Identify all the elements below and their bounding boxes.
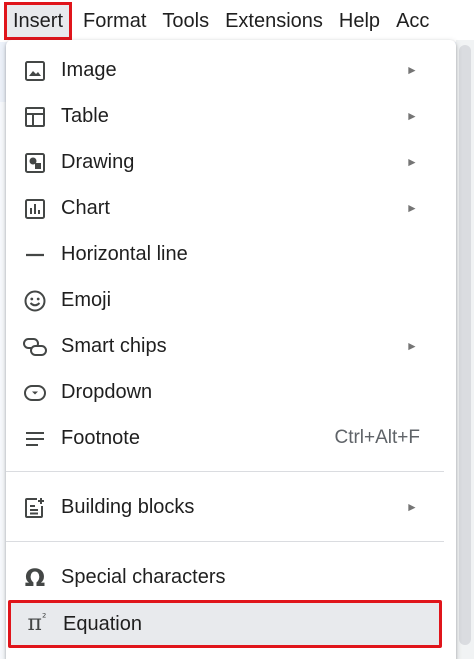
menu-item-label: Image (61, 58, 117, 81)
emoji-icon (22, 288, 48, 314)
menu-item-label: Equation (63, 612, 142, 635)
menu-item-label: Emoji (61, 288, 112, 311)
smart-chips-icon (22, 334, 48, 360)
menu-insert[interactable]: Insert (4, 2, 73, 40)
menu-item-label: Footnote (61, 426, 140, 449)
building-blocks-icon (22, 495, 48, 521)
menu-item-smart-chips[interactable]: Smart chips ► (6, 324, 444, 368)
scrollbar-thumb[interactable] (459, 45, 471, 645)
menu-item-label: Dropdown (61, 380, 153, 403)
menu-item-label: Horizontal line (61, 242, 188, 265)
omega-icon: Ω (24, 564, 46, 592)
menu-item-label: Building blocks (61, 495, 195, 518)
submenu-arrow-icon: ► (406, 201, 418, 215)
dropdown-icon (22, 380, 48, 406)
footnote-icon (22, 426, 48, 452)
menu-item-horizontal-line[interactable]: Horizontal line (6, 232, 444, 276)
menu-item-table[interactable]: Table ► (6, 94, 444, 138)
insert-dropdown-menu: Image ► Table ► Drawing ► Chart ► Horizo… (6, 40, 456, 659)
menu-item-label: Smart chips (61, 334, 167, 357)
menu-item-label: Drawing (61, 150, 135, 173)
drawing-icon (22, 150, 48, 176)
menu-item-image[interactable]: Image ► (6, 48, 444, 92)
pi-squared-icon: π² (27, 610, 47, 636)
chart-icon (22, 196, 48, 222)
app-window: Insert Format Tools Extensions Help Acc … (0, 0, 474, 659)
menu-divider (6, 471, 444, 472)
menu-item-dropdown[interactable]: Dropdown (6, 370, 444, 414)
menu-item-building-blocks[interactable]: Building blocks ► (6, 485, 444, 529)
menu-extensions[interactable]: Extensions (217, 2, 331, 40)
keyboard-shortcut: Ctrl+Alt+F (334, 427, 420, 448)
menu-item-label: Table (61, 104, 109, 127)
menu-tools[interactable]: Tools (154, 2, 217, 40)
menu-bar: Insert Format Tools Extensions Help Acc (0, 0, 474, 42)
menu-item-special-characters[interactable]: Ω Special characters (6, 555, 444, 599)
image-icon (22, 58, 48, 84)
submenu-arrow-icon: ► (406, 339, 418, 353)
menu-item-label: Special characters (61, 565, 226, 588)
menu-format[interactable]: Format (75, 2, 154, 40)
horizontal-line-icon (22, 242, 48, 268)
submenu-arrow-icon: ► (406, 63, 418, 77)
menu-item-footnote[interactable]: Footnote Ctrl+Alt+F (6, 416, 444, 460)
menu-item-chart[interactable]: Chart ► (6, 186, 444, 230)
menu-divider (6, 541, 444, 542)
menu-item-label: Chart (61, 196, 110, 219)
submenu-arrow-icon: ► (406, 500, 418, 514)
submenu-arrow-icon: ► (406, 109, 418, 123)
table-icon (22, 104, 48, 130)
menu-help[interactable]: Help (331, 2, 388, 40)
menu-item-emoji[interactable]: Emoji (6, 278, 444, 322)
menu-accessibility[interactable]: Acc (388, 2, 437, 40)
menu-item-equation[interactable]: π² Equation (8, 600, 442, 648)
submenu-arrow-icon: ► (406, 155, 418, 169)
menu-item-drawing[interactable]: Drawing ► (6, 140, 444, 184)
